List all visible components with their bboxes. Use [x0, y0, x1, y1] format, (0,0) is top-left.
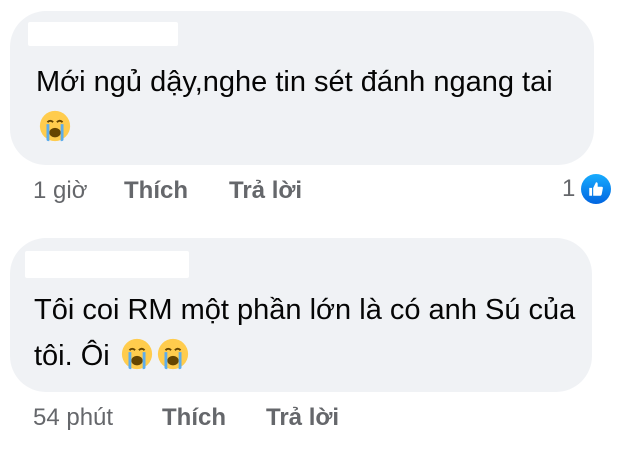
reaction-summary[interactable]: 1 [562, 174, 612, 204]
crying-face-icon [157, 338, 188, 370]
crying-face-icon [121, 338, 152, 370]
thumbs-up-icon [589, 182, 604, 196]
reply-button[interactable]: Trả lời [266, 404, 339, 432]
comment-item: Mới ngủ dậy,nghe tin sét đánh ngang tai [10, 11, 594, 165]
comment-text-block: Tôi coi RM một phần lớn là có anh Sú của… [34, 287, 579, 379]
comment-time[interactable]: 1 giờ [33, 177, 87, 205]
reaction-count: 1 [562, 175, 576, 202]
comment-bubble: Tôi coi RM một phần lớn là có anh Sú của… [10, 238, 592, 392]
comment-time[interactable]: 54 phút [33, 404, 113, 432]
redacted-author-name [25, 251, 189, 278]
comment-text: Tôi coi RM một phần lớn là có anh Sú của… [34, 294, 576, 372]
redacted-author-name [28, 22, 178, 46]
comment-item: Tôi coi RM một phần lớn là có anh Sú của… [10, 238, 592, 392]
comment-text: Mới ngủ dậy,nghe tin sét đánh ngang tai [36, 66, 553, 98]
like-button[interactable]: Thích [124, 177, 188, 205]
like-button[interactable]: Thích [162, 404, 226, 432]
comment-bubble: Mới ngủ dậy,nghe tin sét đánh ngang tai [10, 11, 594, 165]
comment-text-block: Mới ngủ dậy,nghe tin sét đánh ngang tai [36, 59, 581, 151]
crying-face-icon [39, 110, 71, 142]
reply-button[interactable]: Trả lời [229, 177, 302, 205]
like-reaction-icon [581, 174, 612, 204]
